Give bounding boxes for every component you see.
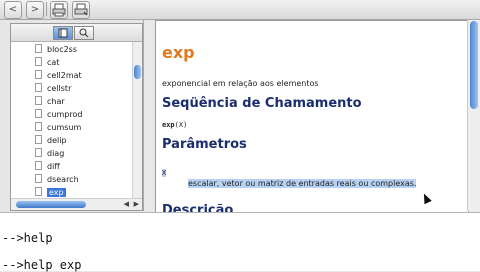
- toolbar-separator: [46, 2, 47, 16]
- tab-search[interactable]: [74, 26, 94, 40]
- document-icon: [35, 96, 42, 105]
- tab-index[interactable]: [53, 26, 73, 40]
- console-line: -->help: [2, 231, 53, 245]
- page-setup-icon: [74, 3, 88, 16]
- list-item[interactable]: cumsum: [35, 122, 81, 134]
- summary-text: exponencial em relação aos elementos: [162, 79, 319, 88]
- scroll-right-icon[interactable]: ▶: [134, 200, 139, 208]
- list-item[interactable]: cellstr: [35, 83, 71, 95]
- list-item-label: diff: [47, 162, 60, 171]
- list-item-label: diag: [47, 149, 65, 158]
- document-icon: [35, 122, 42, 131]
- list-item-label: cumprod: [47, 110, 83, 119]
- console[interactable]: -->help -->help exp: [0, 212, 480, 272]
- document-icon: [35, 187, 42, 196]
- list-item-label: cell2mat: [47, 71, 82, 80]
- list-item-label: cumsum: [47, 123, 82, 132]
- param-name: X: [162, 169, 167, 177]
- document-icon: [35, 135, 42, 144]
- document-icon: [35, 44, 42, 53]
- calling-sequence-heading: Seqüência de Chamamento: [162, 96, 362, 111]
- document-icon: [35, 83, 42, 92]
- book-icon: [58, 28, 68, 38]
- document-icon: [35, 57, 42, 66]
- function-list: bloc2ss cat cell2mat cellstr char cumprod cums…: [11, 42, 133, 198]
- document-icon: [35, 161, 42, 170]
- list-horizontal-scrollbar[interactable]: ◀ ▶: [11, 198, 142, 210]
- content-vertical-scrollbar[interactable]: [467, 20, 480, 211]
- page-title: exp: [162, 43, 195, 62]
- list-item-label: exp: [47, 188, 66, 197]
- content-scroll-thumb[interactable]: [470, 21, 478, 109]
- document-icon: [35, 109, 42, 118]
- chevron-right-icon: >: [30, 4, 40, 15]
- list-hscroll-thumb[interactable]: [16, 201, 86, 208]
- list-item-label: delip: [47, 136, 67, 145]
- list-item-label: cat: [47, 58, 60, 67]
- list-item[interactable]: cumprod: [35, 109, 82, 121]
- list-item[interactable]: cell2mat: [35, 70, 82, 82]
- chevron-left-icon: <: [8, 4, 18, 15]
- list-item-label: dsearch: [47, 175, 79, 184]
- list-item[interactable]: diag: [35, 148, 64, 160]
- param-description: escalar, vetor ou matriz de entradas rea…: [188, 179, 417, 188]
- toolbar: < >: [0, 0, 480, 20]
- parameters-heading: Parâmetros: [162, 137, 247, 152]
- list-item[interactable]: delip: [35, 135, 67, 147]
- back-button[interactable]: <: [4, 1, 22, 19]
- list-item-label: bloc2ss: [47, 45, 78, 54]
- list-item-label: char: [47, 97, 65, 106]
- list-item[interactable]: char: [35, 96, 65, 108]
- calling-args: (X): [174, 121, 188, 129]
- page-setup-button[interactable]: [72, 1, 90, 19]
- list-item[interactable]: dsearch: [35, 174, 79, 186]
- forward-button[interactable]: >: [26, 1, 44, 19]
- list-item-label: cellstr: [47, 84, 72, 93]
- document-icon: [35, 70, 42, 79]
- list-item[interactable]: diff: [35, 161, 60, 173]
- help-sidebar: bloc2ss cat cell2mat cellstr char cumprod cums…: [0, 20, 144, 211]
- list-scroll-thumb[interactable]: [134, 65, 141, 79]
- document-icon: [35, 174, 42, 183]
- scroll-left-icon[interactable]: ◀: [124, 200, 129, 208]
- calling-sequence: exp(X): [162, 121, 187, 129]
- list-vertical-scrollbar[interactable]: [132, 42, 142, 198]
- printer-icon: [52, 3, 66, 17]
- print-button[interactable]: [50, 1, 68, 19]
- help-content: exp exponencial em relação aos elementos…: [155, 20, 469, 213]
- function-list-panel: bloc2ss cat cell2mat cellstr char cumprod cums…: [10, 23, 143, 211]
- sidebar-tabs: [11, 24, 142, 42]
- list-item[interactable]: cat: [35, 57, 59, 69]
- document-icon: [35, 148, 42, 157]
- calling-fn: exp: [162, 121, 175, 129]
- list-item[interactable]: bloc2ss: [35, 44, 77, 56]
- search-icon: [79, 28, 89, 38]
- list-item[interactable]: exp: [35, 187, 66, 198]
